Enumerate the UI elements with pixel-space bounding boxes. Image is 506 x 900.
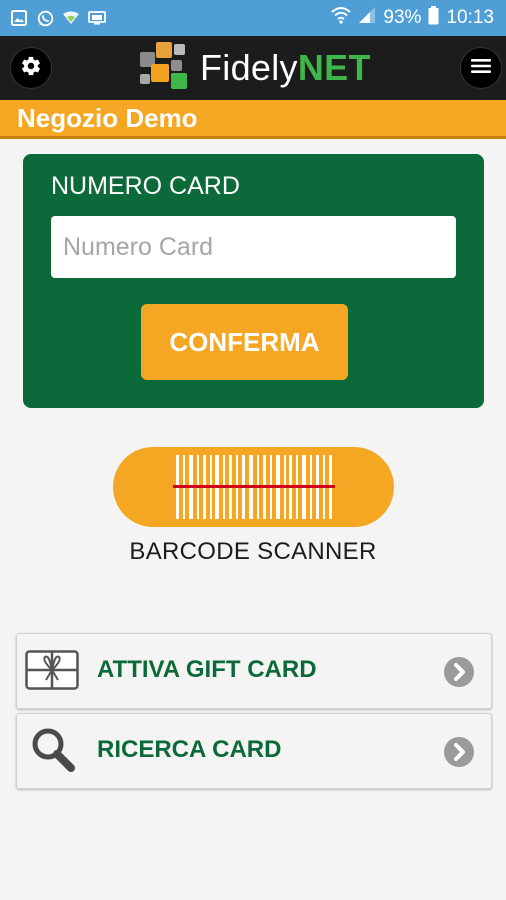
- wifi-icon: [331, 6, 352, 30]
- menu-button[interactable]: [460, 47, 502, 89]
- clock: 10:13: [446, 7, 494, 28]
- store-name: Negozio Demo: [17, 103, 198, 133]
- app-bar: FidelyNET: [0, 36, 506, 100]
- whatsapp-icon: [36, 10, 54, 26]
- logo-text-fidely: Fidely: [200, 47, 298, 88]
- activate-gift-card-label: ATTIVA GIFT CARD: [97, 656, 317, 683]
- status-bar: 93% 10:13: [0, 0, 506, 36]
- store-header: Negozio Demo: [0, 100, 506, 139]
- logo-text-net: NET: [297, 47, 371, 88]
- barcode-scanner-label: BARCODE SCANNER: [129, 538, 377, 565]
- cell-signal-icon: [358, 6, 376, 30]
- search-card-item[interactable]: RICERCA CARD: [16, 713, 492, 789]
- hamburger-menu-icon: [471, 58, 491, 79]
- card-number-input[interactable]: [51, 216, 456, 278]
- activate-gift-card-item[interactable]: ATTIVA GIFT CARD: [16, 633, 492, 709]
- chevron-right-icon: [443, 656, 475, 688]
- magnifier-icon: [25, 726, 79, 774]
- logo-mark-icon: [138, 40, 192, 97]
- gear-icon: [20, 55, 42, 82]
- card-number-label: NUMERO CARD: [51, 172, 240, 200]
- barcode-scanner-button[interactable]: [113, 447, 394, 527]
- card-number-panel: NUMERO CARD CONFERMA: [23, 154, 484, 408]
- battery-icon: [428, 5, 439, 31]
- gallery-icon: [10, 10, 28, 26]
- battery-percent: 93%: [383, 7, 422, 28]
- screen-icon: [88, 10, 106, 26]
- scan-line: [173, 485, 335, 488]
- chevron-right-icon: [443, 736, 475, 768]
- settings-button[interactable]: [10, 47, 52, 89]
- fidelynet-logo: FidelyNET: [138, 40, 371, 97]
- gift-card-icon: [25, 646, 79, 694]
- wifi-signal-icon: [62, 10, 80, 26]
- confirm-button[interactable]: CONFERMA: [141, 304, 348, 380]
- search-card-label: RICERCA CARD: [97, 736, 282, 763]
